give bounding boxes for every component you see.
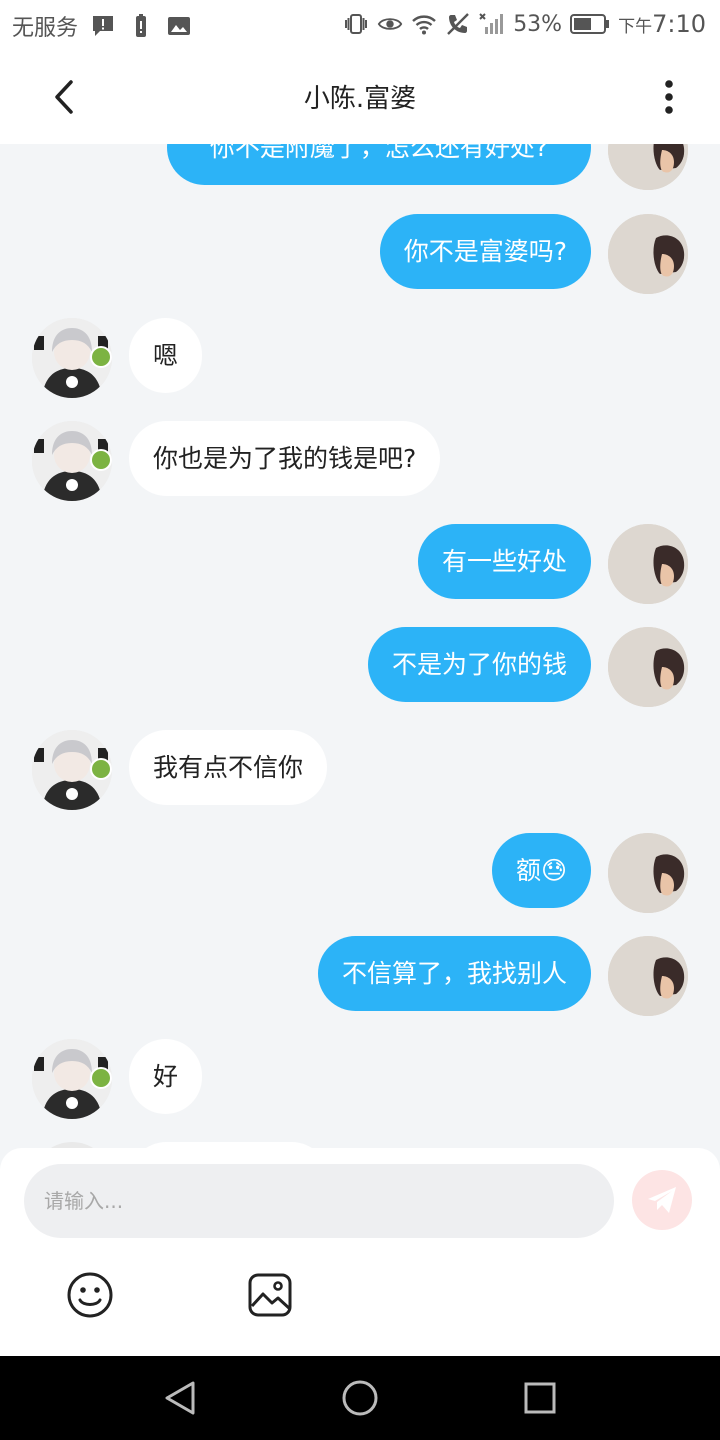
message-sent: 不是为了你的钱 xyxy=(0,627,720,707)
message-bubble[interactable]: 额😓 xyxy=(491,833,591,908)
page-title: 小陈.富婆 xyxy=(303,84,417,114)
send-button[interactable] xyxy=(632,1170,692,1230)
battery-icon xyxy=(570,11,610,37)
chat-header: 小陈.富婆 xyxy=(0,50,720,144)
square-recents-icon xyxy=(524,1382,556,1414)
message-received: 好 xyxy=(0,1039,720,1119)
my-avatar[interactable] xyxy=(608,524,688,604)
signal-icon xyxy=(479,11,505,37)
message-bubble[interactable]: 有一些好处 xyxy=(417,524,591,599)
message-bubble[interactable]: 你不是富婆吗? xyxy=(379,214,591,289)
status-bar: 无服务 53% 下午 7:10 xyxy=(0,0,720,50)
contact-badge xyxy=(90,346,112,368)
eye-icon xyxy=(377,11,403,37)
carrier-text: 无服务 xyxy=(12,16,79,41)
status-right: 53% 下午 7:10 xyxy=(343,10,706,38)
message-bubble[interactable]: 我有点不信你 xyxy=(129,730,328,805)
message-sent: 额😓 xyxy=(0,833,720,913)
message-received: 你也是为了我的钱是吧? xyxy=(0,421,720,501)
send-icon xyxy=(648,1187,676,1213)
status-left: 无服务 xyxy=(12,10,192,42)
chevron-left-icon xyxy=(55,80,73,114)
contact-avatar[interactable] xyxy=(32,730,112,810)
triangle-back-icon xyxy=(165,1381,195,1415)
contact-avatar[interactable] xyxy=(32,318,112,398)
message-bubble[interactable]: 不是为了你的钱 xyxy=(367,627,591,702)
message-input[interactable] xyxy=(24,1164,614,1238)
clock: 7:10 xyxy=(652,10,706,38)
back-button[interactable] xyxy=(40,72,90,122)
message-received: 我有点不信你 xyxy=(0,730,720,810)
message-bubble[interactable]: 不信算了，我找别人 xyxy=(317,936,591,1011)
no-call-icon xyxy=(445,11,471,37)
more-vertical-icon xyxy=(665,80,673,114)
message-sent: 有一些好处 xyxy=(0,524,720,604)
message-sent: 你不是富婆吗? xyxy=(0,214,720,294)
nav-home-button[interactable] xyxy=(340,1378,380,1418)
contact-avatar[interactable] xyxy=(32,421,112,501)
battery-percent: 53% xyxy=(513,11,563,37)
my-avatar[interactable] xyxy=(608,144,688,190)
message-bubble[interactable]: 你不是附魔了，怎么还有好处? xyxy=(167,144,591,185)
image-icon xyxy=(248,1273,292,1317)
message-received: 嗯 xyxy=(0,318,720,398)
message-sent: 不信算了，我找别人 xyxy=(0,936,720,1016)
contact-avatar[interactable] xyxy=(32,1039,112,1119)
vibrate-icon xyxy=(343,11,369,37)
my-avatar[interactable] xyxy=(608,214,688,294)
message-bubble[interactable]: 好 xyxy=(129,1039,203,1114)
nav-recents-button[interactable] xyxy=(520,1378,560,1418)
chat-message-list[interactable]: 你不是附魔了，怎么还有好处? 你不是富婆吗? 嗯 你也是为了我的钱是吧? 有一些… xyxy=(0,144,720,1148)
emoji-icon xyxy=(67,1272,113,1318)
my-avatar[interactable] xyxy=(608,627,688,707)
system-nav-bar xyxy=(0,1356,720,1440)
message-bubble[interactable]: 嗯 xyxy=(129,318,203,393)
my-avatar[interactable] xyxy=(608,833,688,913)
my-avatar[interactable] xyxy=(608,936,688,1016)
image-picker-button[interactable] xyxy=(245,1270,295,1320)
notification-icon xyxy=(90,13,116,39)
emoji-button[interactable] xyxy=(65,1270,115,1320)
contact-badge xyxy=(90,758,112,780)
contact-badge xyxy=(90,449,112,471)
time-prefix: 下午 xyxy=(618,16,653,37)
message-sent: 你不是附魔了，怎么还有好处? xyxy=(0,144,720,190)
nav-back-button[interactable] xyxy=(160,1378,200,1418)
message-composer xyxy=(0,1148,720,1356)
wifi-icon xyxy=(411,11,437,37)
message-bubble[interactable]: 你也是为了我的钱是吧? xyxy=(129,421,441,496)
circle-home-icon xyxy=(342,1380,378,1416)
contact-badge xyxy=(90,1067,112,1089)
more-options-button[interactable] xyxy=(644,72,694,122)
battery-alert-icon xyxy=(128,13,154,39)
image-icon xyxy=(166,13,192,39)
